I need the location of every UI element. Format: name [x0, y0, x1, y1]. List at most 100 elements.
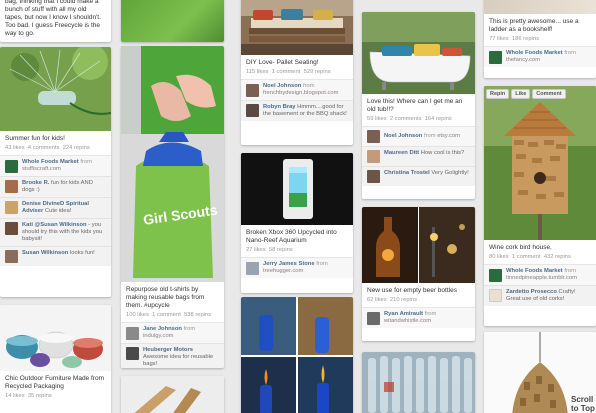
pin-card-pallet[interactable]: DIY Love- Pallet Seating! 115 likes 1 co… — [241, 0, 353, 145]
source-user-name[interactable]: Noel Johnson — [384, 133, 422, 139]
pin-source[interactable]: Jane Johnson from indulgy.com — [121, 322, 224, 343]
pin-image-sprinkler[interactable] — [0, 47, 111, 131]
source-from-label: from — [80, 159, 92, 165]
source-user-name[interactable]: Jane Johnson — [143, 326, 182, 332]
source-site-link[interactable]: tinnedpineapple.tumblr.com — [506, 275, 577, 281]
commenter-name[interactable]: Zardetto Prosecco — [506, 289, 557, 295]
pin-card-green[interactable] — [121, 0, 224, 42]
pin-card-outdoor[interactable]: Chic Outdoor Furniture Made from Recycle… — [0, 305, 111, 413]
pallet-seating-illustration — [241, 0, 353, 55]
source-user-name[interactable]: Noel Johnson — [263, 83, 301, 89]
pin-card-ladder[interactable]: This is pretty awesome... use a ladder a… — [484, 0, 596, 78]
source-user-name[interactable]: Whole Foods Market — [22, 159, 79, 165]
avatar[interactable] — [126, 347, 139, 360]
pin-image-wood[interactable] — [121, 376, 224, 413]
pin-card-sprinkler[interactable]: Summer fun for kids! 43 likes 4 comments… — [0, 47, 111, 297]
pin-card-bluebottles[interactable] — [241, 297, 353, 413]
avatar[interactable] — [5, 222, 18, 235]
comment-text: How cool is this? — [420, 150, 465, 156]
pin-description: Repurpose old t-shirts by making reusabl… — [126, 286, 205, 309]
source-site-link[interactable]: stuffiscraft.com — [22, 166, 61, 172]
pin-stats: 14 likes 35 repins — [0, 391, 111, 403]
pin-card-tapes[interactable]: bag, thinking that I could make a bunch … — [0, 0, 111, 42]
pin-image-tub[interactable] — [362, 12, 475, 94]
avatar[interactable] — [246, 83, 259, 97]
avatar[interactable] — [367, 170, 380, 183]
pin-card-wood[interactable] — [121, 376, 224, 413]
avatar[interactable] — [5, 201, 18, 214]
source-site-link[interactable]: treehugger.com — [263, 268, 303, 274]
pin-card-plasticbottles[interactable] — [362, 352, 475, 413]
avatar[interactable] — [489, 289, 502, 302]
source-site-link[interactable]: thefancy.com — [506, 57, 540, 63]
source-user-name[interactable]: Jerry James Stone — [263, 261, 315, 267]
pin-stats: 100 likes 1 comment 538 repins — [121, 310, 224, 322]
pin-source[interactable]: Whole Foods Market from stuffiscraft.com — [0, 155, 111, 176]
pin-image-girlscouts[interactable]: Girl Scouts — [121, 46, 224, 282]
pin-source[interactable]: Ryan Amirault from witandwhistle.com — [362, 307, 475, 328]
likes-count: 59 likes — [367, 116, 387, 122]
pin-card-bottles[interactable]: New use for empty beer bottles 62 likes … — [362, 207, 475, 341]
avatar[interactable] — [5, 250, 18, 263]
avatar[interactable] — [367, 130, 380, 143]
pin-source[interactable]: Whole Foods Market from thefancy.com — [484, 46, 596, 67]
pin-comment: Brooke R. fun for kids AND dogs :) — [0, 176, 111, 197]
commenter-name[interactable]: Brooke R. — [22, 180, 49, 186]
commenter-name[interactable]: Maureen Ditt — [384, 150, 419, 156]
source-site-link[interactable]: frenchbydesign.blogspot.com — [263, 90, 338, 96]
avatar[interactable] — [246, 261, 259, 275]
pin-card-girlscouts[interactable]: Girl Scouts Repurpose old t-shirts by ma… — [121, 46, 224, 368]
pin-card-birdhouse[interactable]: Repin Like Comment Wine cork bird house.… — [484, 86, 596, 326]
pin-stats: 115 likes 1 comment 529 repins — [241, 67, 353, 79]
pin-source[interactable]: Whole Foods Market from tinnedpineapple.t… — [484, 264, 596, 285]
pin-stats: 77 likes 186 repins — [484, 34, 596, 46]
pin-image-pallet[interactable] — [241, 0, 353, 55]
avatar[interactable] — [367, 311, 380, 325]
pin-comment: Robyn Bray Hmmm....good for the basement… — [241, 100, 353, 121]
avatar[interactable] — [246, 104, 259, 117]
source-user-name[interactable]: Whole Foods Market — [506, 50, 563, 56]
source-site-link[interactable]: indulgy.com — [143, 333, 174, 339]
source-user-name[interactable]: Ryan Amirault — [384, 311, 423, 317]
pin-comment: Christina Trostel Very Golightly! — [362, 166, 475, 186]
commenter-name[interactable]: Kati @Susan Wilkinson — [22, 222, 87, 228]
commenter-name[interactable]: Susan Wilkinson — [22, 250, 68, 256]
source-site-link[interactable]: witandwhistle.com — [384, 318, 431, 324]
pin-source[interactable]: Jerry James Stone from treehugger.com — [241, 257, 353, 278]
source-user-name[interactable]: Whole Foods Market — [506, 268, 563, 274]
avatar[interactable] — [126, 326, 139, 340]
pin-source[interactable]: Noel Johnson from frenchbydesign.blogspot… — [241, 79, 353, 100]
sprinkler-illustration — [0, 47, 111, 131]
repins-count: 224 repins — [62, 145, 90, 151]
pin-card-xbox[interactable]: Broken Xbox 360 Upcycled into Nano-Reef … — [241, 153, 353, 293]
repin-button[interactable]: Repin — [486, 89, 510, 99]
pin-image-xbox[interactable] — [241, 153, 353, 225]
bathtub-sofa-illustration — [362, 12, 475, 94]
pin-image-beer-bottles[interactable] — [362, 207, 475, 283]
commenter-name[interactable]: Christina Trostel — [384, 170, 430, 176]
source-site-link[interactable]: etsy.com — [437, 133, 460, 139]
commenter-name[interactable]: Robyn Bray — [263, 104, 296, 110]
comment-button[interactable]: Comment — [532, 89, 566, 99]
cork-birdhouse-illustration — [484, 86, 596, 240]
pin-image-outdoor[interactable] — [0, 305, 111, 371]
girlscouts-bag-illustration: Girl Scouts — [121, 46, 224, 282]
pin-source[interactable]: Noel Johnson from etsy.com — [362, 126, 475, 146]
pin-image-birdhouse[interactable]: Repin Like Comment — [484, 86, 596, 240]
pin-image-plastic-bottles[interactable] — [362, 352, 475, 413]
avatar[interactable] — [5, 180, 18, 193]
like-button[interactable]: Like — [511, 89, 531, 99]
pin-image-green-fabric[interactable] — [121, 0, 224, 42]
pin-image-blue-bottles[interactable] — [241, 297, 353, 413]
pin-description: Broken Xbox 360 Upcycled into Nano-Reef … — [246, 229, 337, 244]
pin-description: Chic Outdoor Furniture Made from Recycle… — [5, 375, 104, 390]
pin-image-ladder[interactable] — [484, 0, 596, 14]
source-from-label: from — [564, 268, 576, 274]
scroll-to-top-button[interactable]: Scroll to Top — [571, 395, 596, 413]
avatar[interactable] — [367, 150, 380, 163]
pin-card-tub[interactable]: Love this! Where can I get me an old tub… — [362, 12, 475, 199]
pin-stats: 62 likes 210 repins — [362, 295, 475, 307]
commenter-name[interactable]: Heuberger Motors — [143, 347, 193, 353]
pin-description: DIY Love- Pallet Seating! — [246, 59, 319, 66]
pin-description: Summer fun for kids! — [5, 135, 65, 142]
